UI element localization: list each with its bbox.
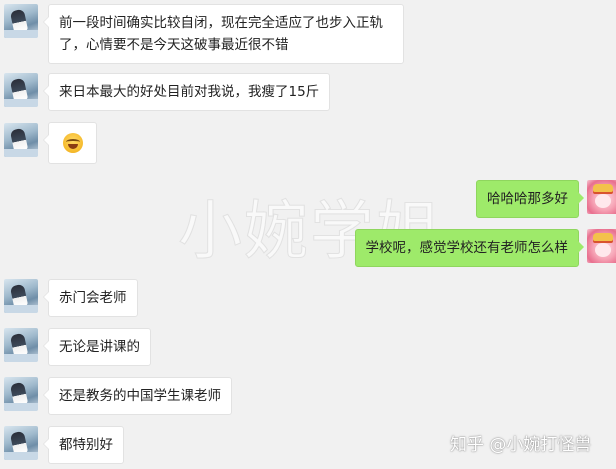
- avatar-contact[interactable]: [4, 279, 38, 313]
- laughing-emoji-icon: [62, 133, 83, 153]
- message-bubble-incoming[interactable]: 来日本最大的好处目前对我说，我瘦了15斤: [42, 73, 331, 111]
- avatar-contact[interactable]: [4, 123, 38, 157]
- avatar-contact[interactable]: [4, 4, 38, 38]
- message-bubble-outgoing[interactable]: 学校呢，感觉学校还有老师怎么样: [354, 229, 584, 267]
- message-bubble-outgoing[interactable]: 哈哈哈那多好: [476, 180, 584, 218]
- message-bubble-incoming[interactable]: 赤门会老师: [43, 279, 138, 317]
- message-text: 学校呢，感觉学校还有老师怎么样: [365, 240, 569, 256]
- zhihu-watermark: 知乎 @小婉打怪兽: [450, 435, 592, 455]
- message-text: 还是教务的中国学生课老师: [59, 388, 221, 404]
- message-text: 无论是讲课的: [59, 339, 140, 355]
- message-text: 赤门会老师: [59, 290, 127, 306]
- message-bubble-incoming[interactable]: [43, 122, 97, 164]
- message-text: 前一段时间确实比较自闭，现在完全适应了也步入正轨了，心情要不是今天这破事最近很不…: [59, 15, 383, 53]
- message-bubble-incoming[interactable]: 无论是讲课的: [43, 328, 151, 366]
- message-bubble-incoming[interactable]: 还是教务的中国学生课老师: [43, 377, 232, 415]
- avatar-contact[interactable]: [4, 377, 38, 411]
- message-bubble-incoming[interactable]: 都特别好: [43, 426, 124, 464]
- message-text: 都特别好: [59, 437, 113, 453]
- message-text: 哈哈哈那多好: [487, 191, 568, 207]
- chat-window: 小婉学姐 前一段时间确实比较自闭，现在完全适应了也步入正轨了，心情要不是今天这破…: [0, 0, 616, 469]
- avatar-contact[interactable]: [4, 73, 38, 107]
- message-bubble-incoming[interactable]: 前一段时间确实比较自闭，现在完全适应了也步入正轨了，心情要不是今天这破事最近很不…: [43, 4, 404, 64]
- avatar-self[interactable]: [587, 180, 616, 214]
- message-text: 来日本最大的好处目前对我说，我瘦了15斤: [59, 84, 320, 100]
- avatar-contact[interactable]: [4, 426, 38, 460]
- avatar-contact[interactable]: [4, 328, 38, 362]
- avatar-self[interactable]: [587, 229, 616, 263]
